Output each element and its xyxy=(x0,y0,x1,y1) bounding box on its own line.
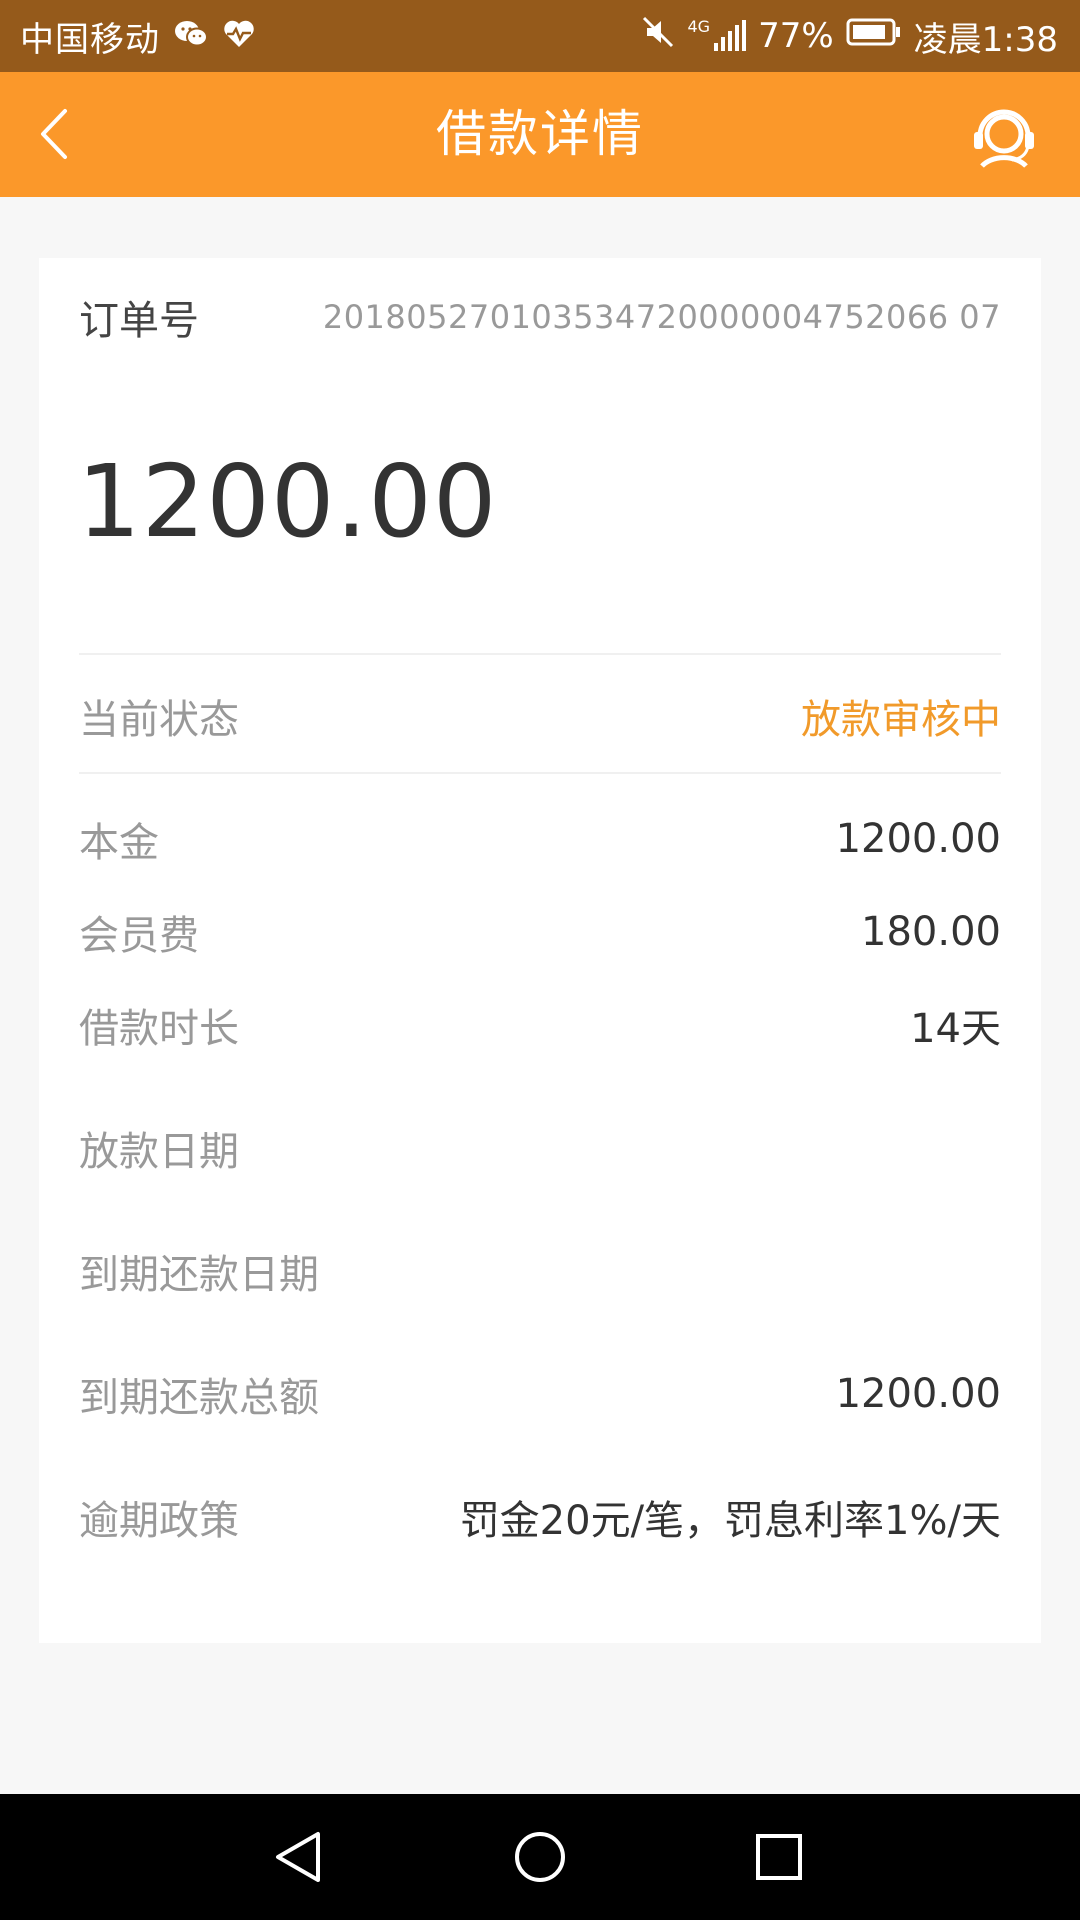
order-number-label: 订单号 xyxy=(79,298,199,344)
membership-fee-value: 180.00 xyxy=(861,909,1001,955)
principal-row: 本金 1200.00 xyxy=(79,809,1001,869)
header-bar: 借款详情 xyxy=(0,72,1080,197)
health-icon xyxy=(222,19,256,53)
divider xyxy=(79,653,1001,655)
status-bar: 中国移动 4G 77% 凌晨1:38 xyxy=(0,0,1080,72)
duration-row: 借款时长 14天 xyxy=(79,995,1001,1055)
overdue-policy-label: 逾期政策 xyxy=(79,1498,239,1544)
disbursement-date-row: 放款日期 xyxy=(79,1118,1001,1178)
clock: 凌晨1:38 xyxy=(913,19,1058,60)
nav-back-button[interactable] xyxy=(266,1824,332,1890)
principal-label: 本金 xyxy=(79,820,159,866)
principal-value: 1200.00 xyxy=(835,816,1001,862)
overdue-policy-row: 逾期政策 罚金20元/笔，罚息利率1%/天 xyxy=(79,1487,1001,1547)
network-type: 4G xyxy=(687,17,711,36)
duration-value: 14天 xyxy=(910,1006,1001,1052)
membership-fee-label: 会员费 xyxy=(79,913,199,959)
signal-icon: 4G xyxy=(687,17,747,53)
total-due-row: 到期还款总额 1200.00 xyxy=(79,1364,1001,1424)
divider xyxy=(79,772,1001,774)
battery-percent: 77% xyxy=(758,16,834,56)
loan-detail-card: 订单号 201805270103534720000004752066 07 12… xyxy=(39,258,1041,1643)
page-title: 借款详情 xyxy=(436,105,644,163)
order-number-value: 201805270103534720000004752066 07 xyxy=(322,298,1001,336)
nav-recents-button[interactable] xyxy=(746,1824,812,1890)
status-label: 当前状态 xyxy=(79,697,239,743)
duration-label: 借款时长 xyxy=(79,1006,239,1052)
nav-home-icon xyxy=(515,1832,565,1882)
overdue-policy-value: 罚金20元/笔，罚息利率1%/天 xyxy=(459,1498,1001,1544)
system-navigation-bar xyxy=(0,1794,1080,1920)
wechat-icon xyxy=(174,19,208,53)
membership-fee-row: 会员费 180.00 xyxy=(79,902,1001,962)
customer-service-icon xyxy=(974,109,1034,168)
status-value: 放款审核中 xyxy=(801,697,1001,743)
order-number-row: 订单号 201805270103534720000004752066 07 xyxy=(79,282,1001,352)
due-date-row: 到期还款日期 xyxy=(79,1241,1001,1301)
total-due-value: 1200.00 xyxy=(835,1371,1001,1417)
total-due-label: 到期还款总额 xyxy=(79,1375,319,1421)
customer-service-button[interactable] xyxy=(968,100,1040,172)
nav-home-button[interactable] xyxy=(507,1824,573,1890)
nav-recents-icon xyxy=(756,1834,802,1880)
due-date-label: 到期还款日期 xyxy=(79,1252,319,1298)
status-row: 当前状态 放款审核中 xyxy=(79,686,1001,746)
nav-back-icon xyxy=(276,1832,320,1882)
disbursement-date-label: 放款日期 xyxy=(79,1129,239,1175)
battery-icon xyxy=(846,16,902,56)
loan-amount: 1200.00 xyxy=(77,443,498,560)
mute-icon xyxy=(641,15,675,58)
carrier-name: 中国移动 xyxy=(20,19,160,60)
